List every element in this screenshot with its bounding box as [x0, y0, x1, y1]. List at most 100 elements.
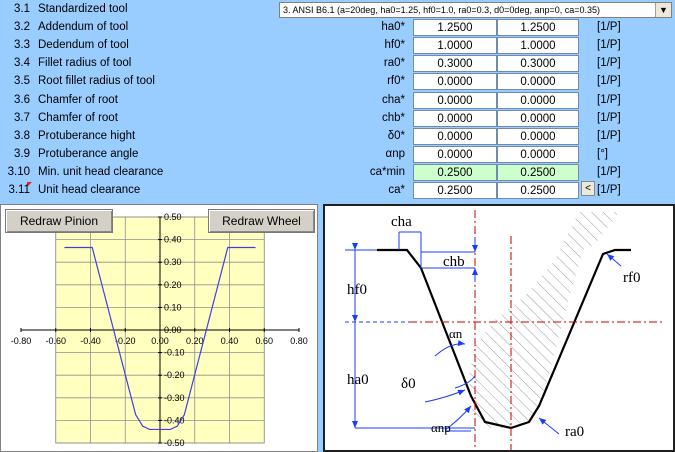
- pinion-value-cell[interactable]: 1.0000: [413, 37, 497, 55]
- delta0-label: δ0: [401, 376, 416, 392]
- rf0-label: rf0: [623, 270, 641, 286]
- param-number: 3.10: [7, 165, 30, 178]
- param-label: Protuberance angle: [38, 147, 139, 160]
- param-unit: [1/P]: [597, 75, 621, 88]
- param-label: Fillet radius of tool: [38, 57, 132, 70]
- param-label: Unit head clearance: [38, 184, 141, 196]
- param-unit: [1/P]: [597, 129, 621, 142]
- collapse-button[interactable]: <: [581, 181, 595, 196]
- param-row: 3.7 Chamfer of root chb* 0.0000 0.0000 [1/P]: [0, 109, 675, 128]
- wheel-value-cell[interactable]: 0.0000: [497, 73, 579, 91]
- y-tick-label: -0.10: [164, 348, 185, 358]
- param-symbol: rf0*: [387, 75, 405, 88]
- param-row: 3.9 Protuberance angle αnp 0.0000 0.0000 [°]: [0, 145, 675, 164]
- param-symbol: δ0*: [387, 129, 405, 142]
- y-tick-label: 0.30: [164, 257, 182, 267]
- param-unit: [°]: [597, 147, 608, 160]
- wheel-value-cell[interactable]: 0.2500: [497, 163, 579, 181]
- redraw-wheel-button[interactable]: Redraw Wheel: [208, 209, 315, 233]
- pinion-value-cell[interactable]: 0.2500: [413, 182, 497, 199]
- param-symbol: hf0*: [384, 39, 405, 52]
- wheel-value-cell[interactable]: 0.0000: [497, 91, 579, 109]
- wheel-value-cell[interactable]: 0.3000: [497, 55, 579, 73]
- param-number: 3.4: [14, 57, 30, 70]
- param-row: 3.10 Min. unit head clearance ca*min 0.2500…: [0, 163, 675, 182]
- param-symbol: ra0*: [383, 57, 405, 70]
- param-label: Dedendum of tool: [38, 39, 129, 52]
- param-unit: [1/P]: [597, 21, 621, 34]
- wheel-value-cell[interactable]: 1.0000: [497, 37, 579, 55]
- param-unit: [1/P]: [597, 57, 621, 70]
- param-row: 3.11 Unit head clearance ca* 0.2500 0.2500 [1…: [0, 182, 675, 200]
- param-symbol: cha*: [381, 93, 405, 106]
- wheel-value-cell[interactable]: 1.2500: [497, 19, 579, 37]
- param-label: Min. unit head clearance: [38, 165, 164, 178]
- param-label: Addendum of tool: [38, 21, 129, 34]
- param-unit: [1/P]: [597, 39, 621, 52]
- param-unit: [1/P]: [597, 93, 621, 106]
- wheel-value-cell[interactable]: 0.2500: [497, 182, 579, 199]
- param-label: Protuberance hight: [38, 129, 136, 142]
- y-tick-label: 0.20: [164, 280, 182, 290]
- alpha-np-label: αnp: [431, 420, 451, 435]
- param-row: 3.4 Fillet radius of tool ra0* 0.3000 0.3000…: [0, 55, 675, 73]
- pinion-value-cell[interactable]: 0.2500: [413, 163, 497, 181]
- param-label: Standardized tool: [38, 3, 128, 15]
- param-unit: [1/P]: [597, 165, 621, 178]
- ra0-label: ra0: [565, 424, 584, 440]
- chevron-down-icon[interactable]: ▼: [655, 3, 671, 17]
- param-number: 3.1: [14, 3, 30, 15]
- pinion-value-cell[interactable]: 1.2500: [413, 19, 497, 37]
- y-tick-label: 0.00: [164, 325, 182, 335]
- y-tick-label: -0.20: [164, 370, 185, 380]
- param-row: 3.5 Root fillet radius of tool rf0* 0.0000 0…: [0, 73, 675, 91]
- x-tick-label: -0.20: [115, 336, 136, 346]
- param-number: 3.2: [14, 21, 30, 34]
- param-row: 3.2 Addendum of tool ha0* 1.2500 1.2500 [1/P]: [0, 19, 675, 37]
- spreadsheet: 3.1 Standardized tool 3.2 Addendum of tool h…: [0, 0, 675, 452]
- tool-geometry-diagram: cha chb hf0 ha0 rf0 ra0 δ0 αn αnp: [323, 204, 675, 452]
- param-symbol: αnp: [385, 147, 405, 160]
- cha-label: cha: [391, 214, 412, 230]
- x-tick-label: -0.80: [11, 336, 32, 346]
- tool-profile-chart-panel: -0.80 -0.60 -0.40 -0.20 0.00 0.20 0.40 0.60 0.80…: [0, 204, 318, 452]
- param-number: 3.6: [14, 93, 30, 106]
- param-number: 3.5: [14, 75, 30, 88]
- param-label: Chamfer of root: [38, 93, 118, 106]
- redraw-pinion-button[interactable]: Redraw Pinion: [5, 209, 113, 233]
- param-symbol: ha0*: [381, 21, 405, 34]
- pinion-value-cell[interactable]: 0.3000: [413, 55, 497, 73]
- param-row: 3.6 Chamfer of root cha* 0.0000 0.0000 [1/P]: [0, 91, 675, 110]
- param-label: Root fillet radius of tool: [38, 75, 155, 88]
- y-tick-label: 0.40: [164, 235, 182, 245]
- x-tick-label: 0.40: [221, 336, 239, 346]
- y-tick-label: 0.50: [164, 212, 182, 222]
- param-number: 3.9: [14, 147, 30, 160]
- param-symbol: ca*min: [369, 165, 405, 178]
- pinion-value-cell[interactable]: 0.0000: [413, 91, 497, 109]
- hf0-label: hf0: [347, 282, 367, 298]
- pinion-value-cell[interactable]: 0.0000: [413, 109, 497, 127]
- param-number: 3.11: [8, 184, 30, 196]
- x-tick-label: -0.40: [80, 336, 101, 346]
- wheel-value-cell[interactable]: 0.0000: [497, 109, 579, 127]
- x-tick-label: 0.00: [151, 336, 169, 346]
- x-tick-label: 0.80: [290, 336, 308, 346]
- tool-geometry-drawing: cha chb hf0 ha0 rf0 ra0 δ0 αn αnp: [345, 210, 665, 450]
- y-tick-label: -0.50: [164, 438, 185, 448]
- param-label: Chamfer of root: [38, 111, 118, 124]
- param-number: 3.8: [14, 129, 30, 142]
- param-row: 3.8 Protuberance hight δ0* 0.0000 0.0000 [1/P…: [0, 127, 675, 146]
- pinion-value-cell[interactable]: 0.0000: [413, 73, 497, 91]
- tool-standard-select[interactable]: 3. ANSI B6.1 (a=20deg, ha0=1.25, hf0=1.0…: [279, 2, 672, 18]
- x-tick-label: 0.60: [255, 336, 273, 346]
- wheel-value-cell[interactable]: 0.0000: [497, 145, 579, 163]
- y-tick-label: -0.30: [164, 393, 185, 403]
- x-tick-label: 0.20: [186, 336, 204, 346]
- alpha-n-label: αn: [449, 326, 463, 341]
- y-tick-label: 0.10: [164, 302, 182, 312]
- pinion-value-cell[interactable]: 0.0000: [413, 127, 497, 145]
- param-unit: [1/P]: [597, 111, 621, 124]
- wheel-value-cell[interactable]: 0.0000: [497, 127, 579, 145]
- pinion-value-cell[interactable]: 0.0000: [413, 145, 497, 163]
